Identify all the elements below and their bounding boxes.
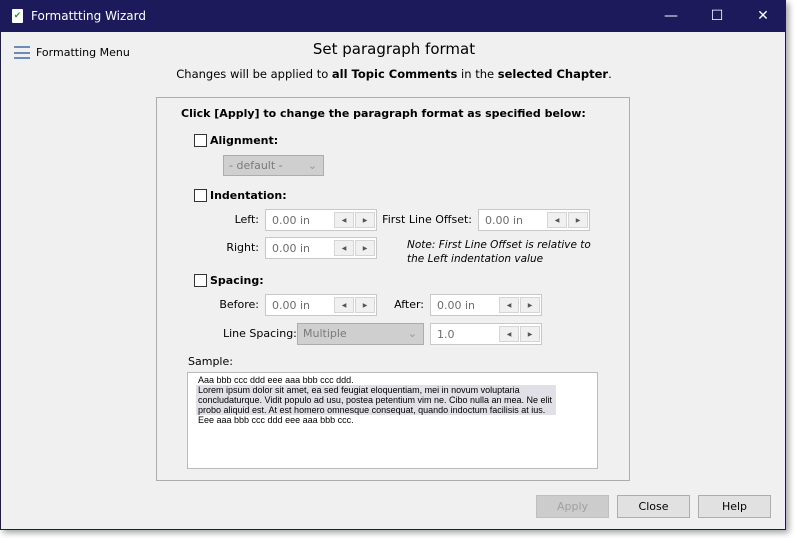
apply-button[interactable]: Apply <box>536 495 609 518</box>
alignment-dropdown[interactable]: - default - ⌄ <box>223 155 324 176</box>
clipboard-check-icon: ✔ <box>12 9 23 23</box>
after-spinner[interactable]: 0.00 in ◀ ▶ <box>430 294 542 316</box>
increment-icon[interactable]: ▶ <box>355 297 375 313</box>
right-label: Right: <box>226 241 259 254</box>
first-line-offset-label: First Line Offset: <box>382 213 472 226</box>
chevron-down-icon: ⌄ <box>407 327 417 340</box>
formatting-wizard-window: ✔ Formattting Wizard — ☐ ✕ Formatting Me… <box>0 0 786 530</box>
line-spacing-dropdown[interactable]: Multiple ⌄ <box>297 323 424 345</box>
line-spacing-label: Line Spacing: <box>223 327 297 340</box>
instruction-text: Click [Apply] to change the paragraph fo… <box>181 107 586 120</box>
decrement-icon[interactable]: ◀ <box>547 212 567 228</box>
right-indent-spinner[interactable]: 0.00 in ◀ ▶ <box>265 237 377 259</box>
alignment-label: Alignment: <box>210 134 279 147</box>
scope-description: Changes will be applied to all Topic Com… <box>176 67 612 81</box>
increment-icon[interactable]: ▶ <box>355 240 375 256</box>
window-title: Formattting Wizard <box>31 9 146 23</box>
help-button[interactable]: Help <box>698 495 771 518</box>
line-spacing-value-spinner[interactable]: 1.0 ◀ ▶ <box>430 323 542 345</box>
alignment-checkbox[interactable] <box>194 134 207 147</box>
title-bar: ✔ Formattting Wizard — ☐ ✕ <box>1 1 785 32</box>
left-indent-spinner[interactable]: 0.00 in ◀ ▶ <box>265 209 377 231</box>
spacing-checkbox[interactable] <box>194 274 207 287</box>
decrement-icon[interactable]: ◀ <box>499 297 519 313</box>
sample-preview: Aaa bbb ccc ddd eee aaa bbb ccc ddd. Lor… <box>187 372 598 469</box>
decrement-icon[interactable]: ◀ <box>334 297 354 313</box>
sample-line: Eee aaa bbb ccc ddd eee aaa bbb ccc. <box>198 415 354 425</box>
sample-label: Sample: <box>188 355 233 368</box>
indentation-label: Indentation: <box>210 189 287 202</box>
first-line-note: Note: First Line Offset is relative to th… <box>407 239 591 265</box>
after-label: After: <box>394 298 424 311</box>
indentation-checkbox[interactable] <box>194 189 207 202</box>
before-spinner[interactable]: 0.00 in ◀ ▶ <box>265 294 377 316</box>
page-title: Set paragraph format <box>312 40 476 58</box>
close-button[interactable]: Close <box>617 495 690 518</box>
chevron-down-icon: ⌄ <box>307 159 317 172</box>
close-window-button[interactable]: ✕ <box>740 1 786 32</box>
decrement-icon[interactable]: ◀ <box>334 212 354 228</box>
decrement-icon[interactable]: ◀ <box>334 240 354 256</box>
sample-line: Aaa bbb ccc ddd eee aaa bbb ccc ddd. <box>198 375 354 385</box>
increment-icon[interactable]: ▶ <box>568 212 588 228</box>
increment-icon[interactable]: ▶ <box>520 297 540 313</box>
before-label: Before: <box>219 298 259 311</box>
sample-paragraph: Lorem ipsum dolor sit amet, ea sed feugi… <box>196 385 556 415</box>
minimize-button[interactable]: — <box>648 1 694 32</box>
left-label: Left: <box>234 213 259 226</box>
decrement-icon[interactable]: ◀ <box>499 326 519 342</box>
first-line-offset-spinner[interactable]: 0.00 in ◀ ▶ <box>478 209 590 231</box>
spacing-label: Spacing: <box>210 274 264 287</box>
maximize-button[interactable]: ☐ <box>694 1 740 32</box>
increment-icon[interactable]: ▶ <box>520 326 540 342</box>
